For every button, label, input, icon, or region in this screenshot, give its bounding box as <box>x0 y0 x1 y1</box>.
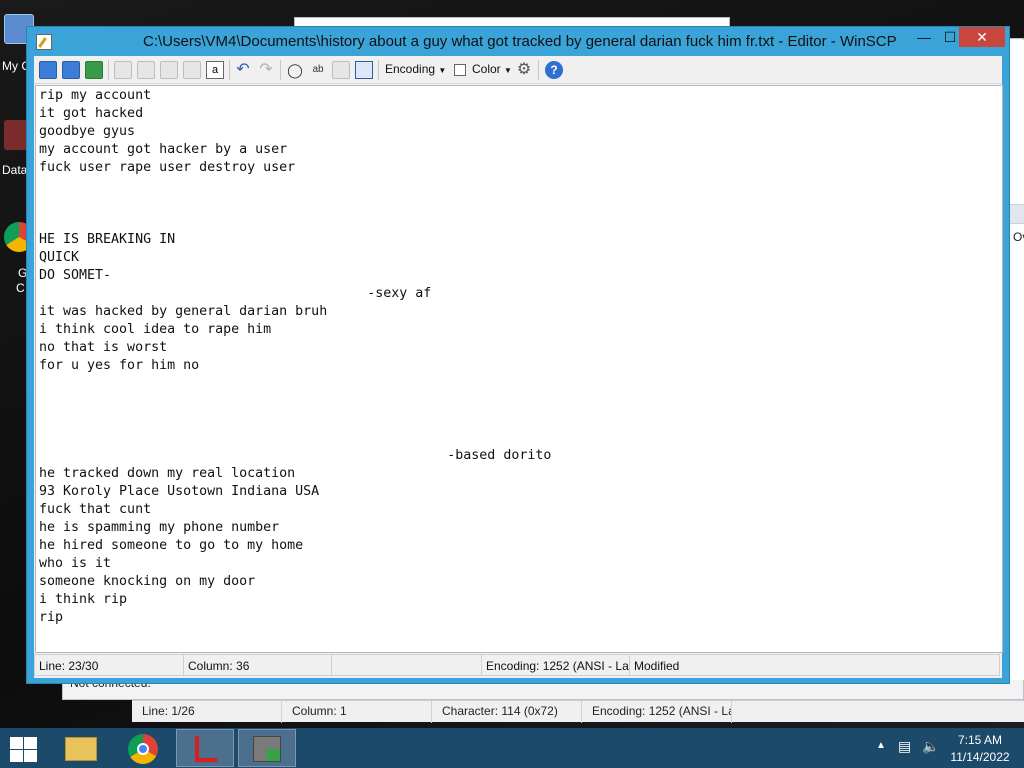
bg-status-column: Column: 1 <box>282 701 432 723</box>
status-modified: Modified <box>630 654 1000 676</box>
delete-icon[interactable] <box>183 61 201 79</box>
background-statusbar: Line: 1/26 Column: 1 Character: 114 (0x7… <box>132 700 1024 723</box>
minimize-button[interactable]: — <box>911 27 937 47</box>
close-button[interactable]: ✕ <box>959 27 1005 47</box>
text-line: HE IS BREAKING IN <box>39 232 176 247</box>
text-line: i think rip <box>39 592 128 607</box>
save-icon[interactable] <box>39 61 57 79</box>
background-window-panel-edge: Ov <box>1010 40 1024 680</box>
gear-icon[interactable]: ⚙ <box>515 61 533 79</box>
text-line: fuck that cunt <box>39 502 152 517</box>
text-line: who is it <box>39 556 112 571</box>
bg-status-line: Line: 1/26 <box>132 701 282 723</box>
color-checkbox[interactable] <box>454 64 466 76</box>
text-line: it was hacked by general darian bruh <box>39 304 328 319</box>
save-all-icon[interactable] <box>62 61 80 79</box>
color-menu[interactable]: Color ▼ <box>472 62 512 76</box>
bg-status-empty <box>732 701 1024 723</box>
find-icon[interactable]: ◯ <box>286 61 304 79</box>
text-line: fuck user rape user destroy user <box>39 160 296 175</box>
clock-time[interactable]: 7:15 AM <box>944 733 1016 747</box>
text-line: someone knocking on my door <box>39 574 256 589</box>
start-button[interactable] <box>8 736 38 762</box>
tray-overflow-icon[interactable]: ▲ <box>876 740 886 751</box>
text-line: for u yes for him no <box>39 358 200 373</box>
status-character <box>332 654 482 676</box>
clock-date[interactable]: 11/14/2022 <box>944 750 1016 764</box>
text-line: 93 Koroly Place Usotown Indiana USA <box>39 484 320 499</box>
text-line: he tracked down my real location <box>39 466 296 481</box>
text-line: he hired someone to go to my home <box>39 538 304 553</box>
folder-icon <box>65 737 97 761</box>
chevron-down-icon: ▼ <box>438 66 447 75</box>
text-line: he is spamming my phone number <box>39 520 280 535</box>
windows-logo-icon <box>10 737 23 749</box>
editor-client-area: a ↶ ↷ ◯ ab Encoding ▼ Color ▼ ⚙ ? rip my… <box>34 56 1003 678</box>
chevron-down-icon: ▼ <box>504 66 512 75</box>
text-line: -sexy af <box>39 286 432 301</box>
text-line: rip <box>39 610 64 625</box>
pdf-icon <box>195 736 217 762</box>
window-title: C:\Users\VM4\Documents\history about a g… <box>143 33 897 50</box>
text-line: DO SOMET- <box>39 268 112 283</box>
redo-icon[interactable]: ↷ <box>257 61 275 79</box>
text-line: QUICK <box>39 250 80 265</box>
text-line: no that is worst <box>39 340 168 355</box>
reload-icon[interactable] <box>85 61 103 79</box>
undo-icon[interactable]: ↶ <box>234 61 252 79</box>
encoding-menu[interactable]: Encoding ▼ <box>385 62 446 76</box>
replace-icon[interactable]: ab <box>309 61 327 79</box>
desktop-icon-label: Data <box>2 163 28 177</box>
find-next-icon[interactable] <box>332 61 350 79</box>
help-icon[interactable]: ? <box>545 61 563 79</box>
status-encoding: Encoding: 1252 (ANSI - La <box>482 654 630 676</box>
taskbar-chrome[interactable] <box>114 729 172 767</box>
text-line: my account got hacker by a user <box>39 142 288 157</box>
status-column: Column: 36 <box>184 654 332 676</box>
desktop-icon-label: C <box>16 281 25 295</box>
text-line: rip my account <box>39 88 152 103</box>
network-icon[interactable]: ▤ <box>898 738 911 755</box>
text-line: i think cool idea to rape him <box>39 322 272 337</box>
status-line: Line: 23/30 <box>34 654 184 676</box>
text-line: goodbye gyus <box>39 124 136 139</box>
paste-icon[interactable] <box>160 61 178 79</box>
taskbar: ▲ ▤ 🔈 7:15 AM 11/14/2022 <box>0 728 1024 768</box>
text-line: -based dorito <box>39 448 552 463</box>
title-bar[interactable]: C:\Users\VM4\Documents\history about a g… <box>27 27 1009 56</box>
winscp-icon <box>253 736 281 762</box>
editor-app-icon[interactable] <box>36 34 52 50</box>
cut-icon[interactable] <box>137 61 155 79</box>
taskbar-winscp[interactable] <box>238 729 296 767</box>
go-to-line-icon[interactable] <box>355 61 373 79</box>
bg-status-encoding: Encoding: 1252 (ANSI - La <box>582 701 732 723</box>
volume-icon[interactable]: 🔈 <box>922 738 939 755</box>
chrome-icon <box>128 734 158 764</box>
taskbar-pdf-app[interactable] <box>176 729 234 767</box>
text-line: it got hacked <box>39 106 144 121</box>
select-all-icon[interactable]: a <box>206 61 224 79</box>
toolbar: a ↶ ↷ ◯ ab Encoding ▼ Color ▼ ⚙ ? <box>34 56 1002 84</box>
background-fragment: Ov <box>1010 230 1024 246</box>
editor-text-area[interactable]: rip my account it got hacked goodbye gyu… <box>35 85 1003 653</box>
copy-icon[interactable] <box>114 61 132 79</box>
editor-window: C:\Users\VM4\Documents\history about a g… <box>26 26 1010 684</box>
editor-statusbar: Line: 23/30 Column: 36 Encoding: 1252 (A… <box>34 654 1002 677</box>
bg-status-character: Character: 114 (0x72) <box>432 701 582 723</box>
taskbar-file-explorer[interactable] <box>52 729 110 767</box>
